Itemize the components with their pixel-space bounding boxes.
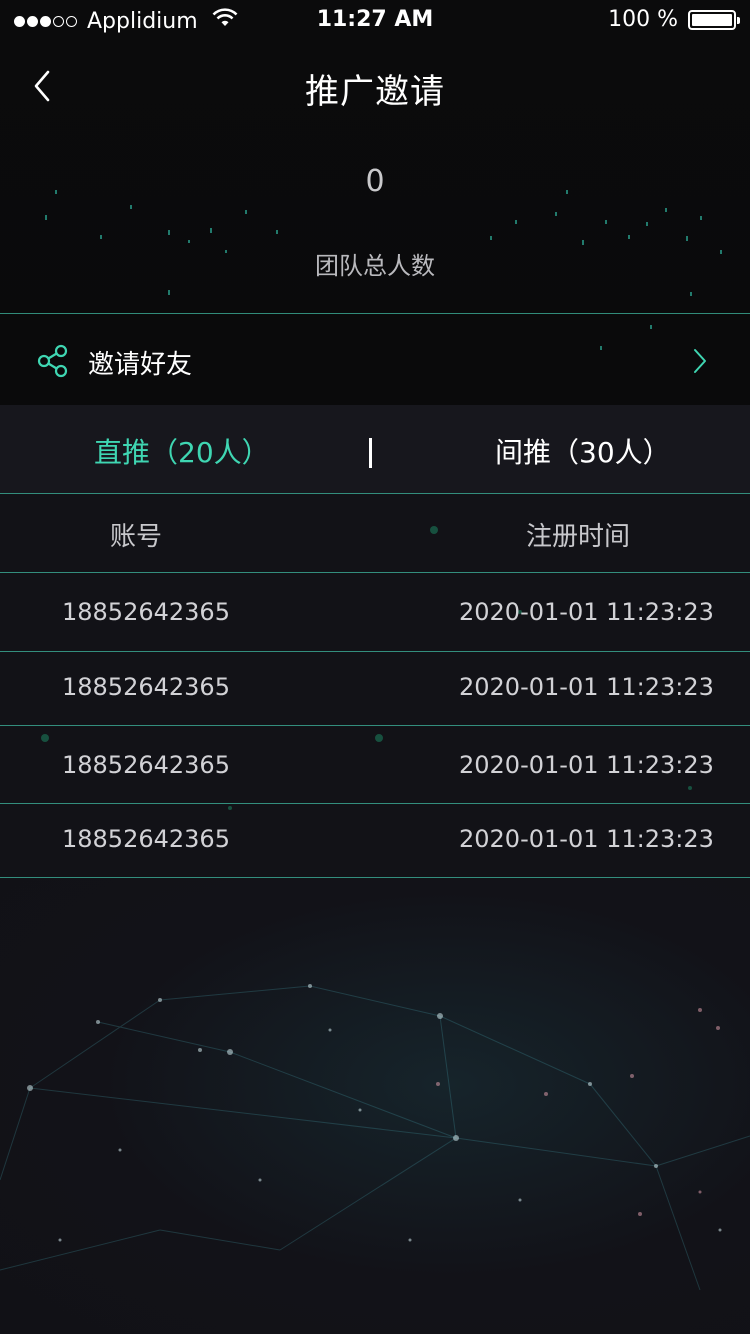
- row-register-time: 2020-01-01 11:23:23: [459, 673, 714, 701]
- row-register-time: 2020-01-01 11:23:23: [459, 751, 714, 779]
- battery-fill: [692, 13, 732, 26]
- divider: [0, 877, 750, 878]
- chevron-right-icon: [694, 349, 706, 373]
- battery-percent: 100 %: [608, 7, 678, 32]
- table-header: 账号 注册时间: [0, 494, 750, 572]
- page-title: 推广邀请: [305, 72, 445, 112]
- battery-icon: [688, 9, 740, 30]
- table-row: 18852642365 2020-01-01 11:23:23: [0, 804, 750, 877]
- referral-tabs: 直推（20人） 间推（30人）: [0, 405, 750, 493]
- table-row: 18852642365 2020-01-01 11:23:23: [0, 573, 750, 651]
- tab-direct-referrals[interactable]: 直推（20人）: [94, 431, 270, 471]
- row-register-time: 2020-01-01 11:23:23: [459, 598, 714, 626]
- team-total-label: 团队总人数: [315, 252, 435, 280]
- team-total-count: 0: [365, 164, 385, 199]
- navigation-bar: 推广邀请: [0, 40, 750, 135]
- status-right: 100 %: [608, 7, 740, 32]
- network-background: [0, 880, 750, 1334]
- status-bar: Applidium 11:27 AM 100 %: [0, 0, 750, 40]
- row-register-time: 2020-01-01 11:23:23: [459, 825, 714, 853]
- tab-divider: [369, 438, 372, 468]
- screen: Applidium 11:27 AM 100 % 推广邀请 0 团队总人数 邀请…: [0, 0, 750, 1334]
- table-row: 18852642365 2020-01-01 11:23:23: [0, 726, 750, 803]
- column-header-register-time: 注册时间: [526, 522, 631, 552]
- tab-indirect-referrals[interactable]: 间推（30人）: [495, 431, 671, 471]
- invite-friends-row[interactable]: 邀请好友: [0, 314, 750, 405]
- row-account: 18852642365: [62, 825, 230, 853]
- share-icon: [37, 344, 68, 378]
- invite-friends-label: 邀请好友: [88, 350, 193, 380]
- row-account: 18852642365: [62, 598, 230, 626]
- column-header-account: 账号: [110, 522, 163, 552]
- row-account: 18852642365: [62, 673, 230, 701]
- row-account: 18852642365: [62, 751, 230, 779]
- table-row: 18852642365 2020-01-01 11:23:23: [0, 652, 750, 725]
